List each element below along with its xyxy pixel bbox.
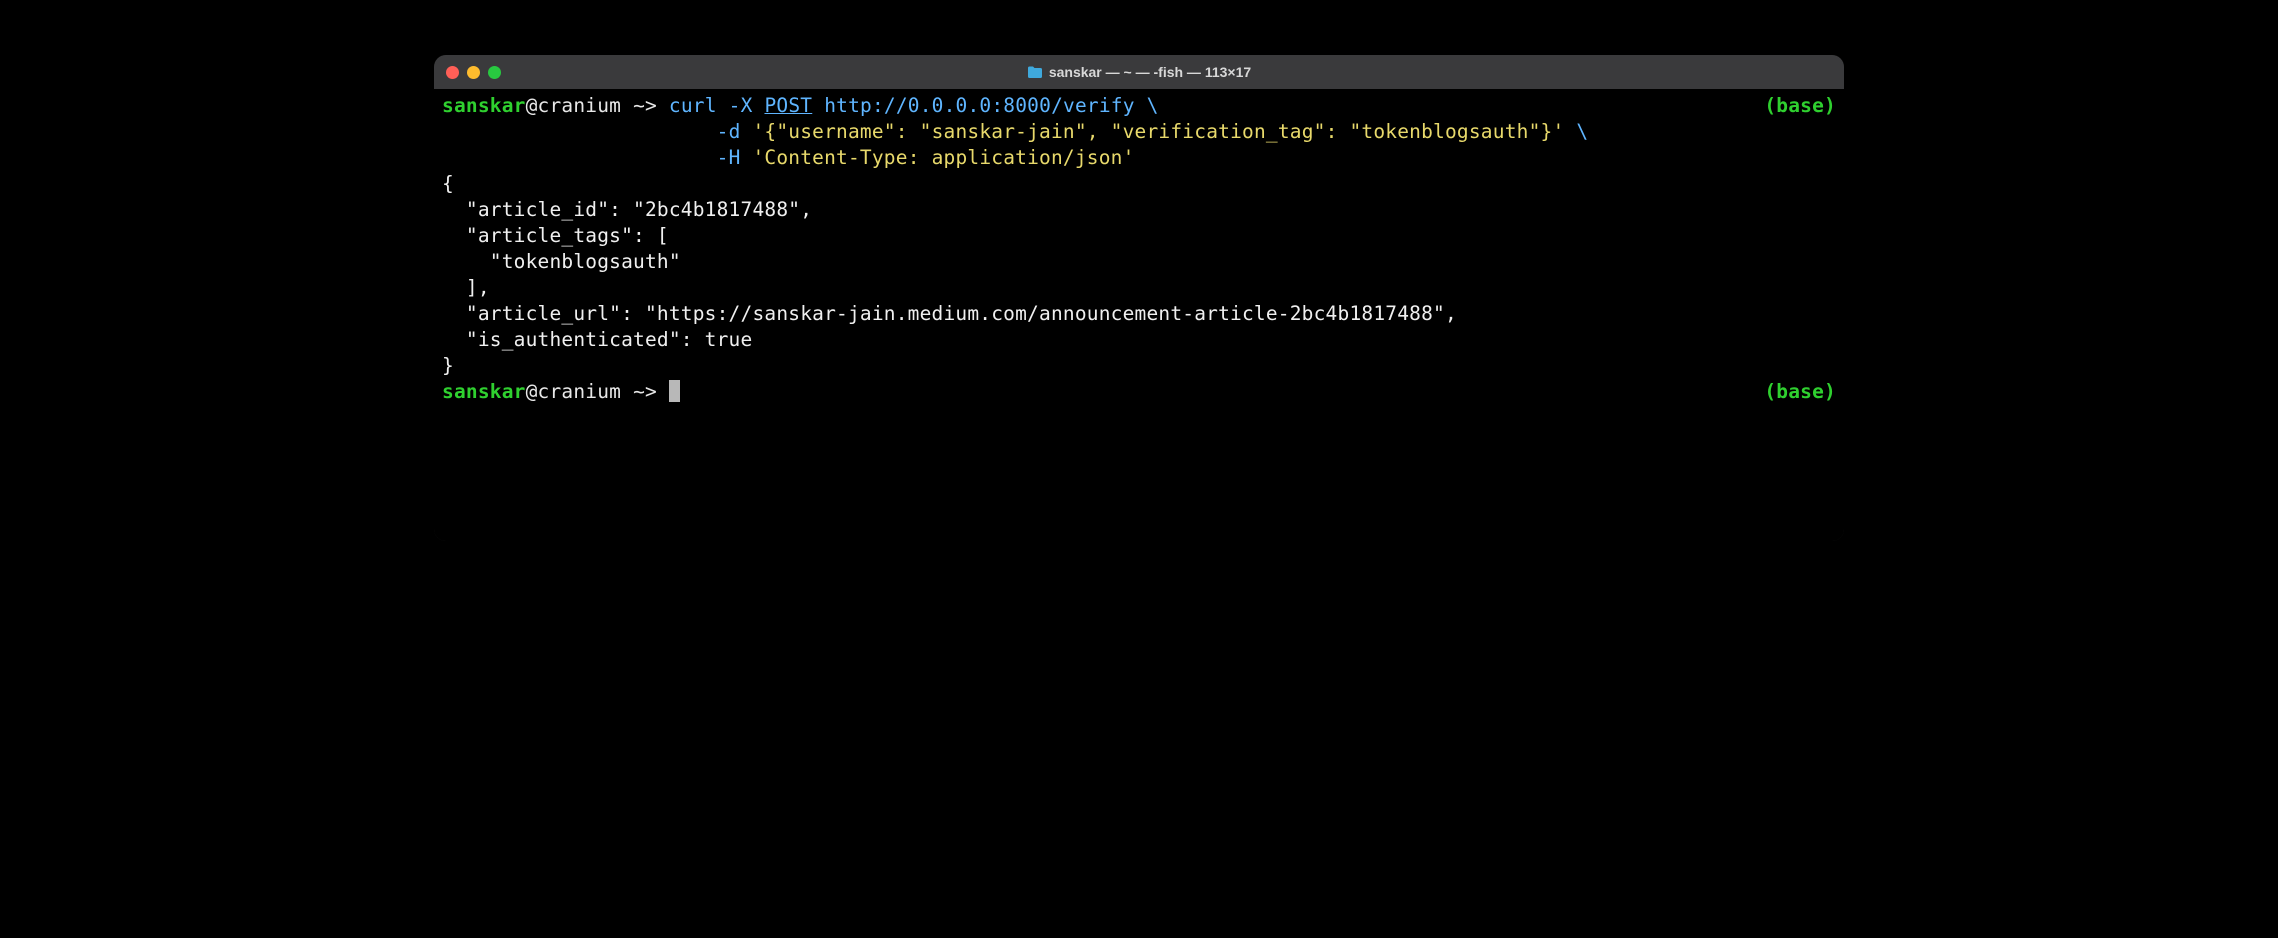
terminal-window: sanskar — ~ — -fish — 113×17 sanskar@cra… bbox=[434, 55, 1844, 541]
flag-h: -H bbox=[717, 146, 741, 169]
terminal-body[interactable]: sanskar@cranium ~> curl -X POST http://0… bbox=[434, 89, 1844, 541]
output-line: "article_url": "https://sanskar-jain.med… bbox=[442, 301, 1836, 327]
output-line: { bbox=[442, 171, 1836, 197]
minimize-button[interactable] bbox=[467, 66, 480, 79]
output-line: ], bbox=[442, 275, 1836, 301]
command-name: curl bbox=[669, 94, 717, 117]
line-continuation: \ bbox=[1576, 120, 1588, 143]
output-line: "article_id": "2bc4b1817488", bbox=[442, 197, 1836, 223]
flag-d: -d bbox=[717, 120, 741, 143]
request-body: '{"username": "sanskar-jain", "verificat… bbox=[752, 120, 1564, 143]
window-title-text: sanskar — ~ — -fish — 113×17 bbox=[1049, 64, 1251, 80]
flag-x: -X bbox=[729, 94, 753, 117]
maximize-button[interactable] bbox=[488, 66, 501, 79]
env-indicator: (base) bbox=[1764, 93, 1836, 119]
http-method: POST bbox=[764, 94, 812, 117]
cursor[interactable] bbox=[669, 380, 680, 402]
folder-icon bbox=[1027, 65, 1043, 79]
titlebar[interactable]: sanskar — ~ — -fish — 113×17 bbox=[434, 55, 1844, 89]
request-header: 'Content-Type: application/json' bbox=[752, 146, 1134, 169]
window-title: sanskar — ~ — -fish — 113×17 bbox=[434, 64, 1844, 80]
command-line-2: -d '{"username": "sanskar-jain", "verifi… bbox=[442, 119, 1836, 145]
output-line: "article_tags": [ bbox=[442, 223, 1836, 249]
prompt-host: cranium bbox=[538, 380, 622, 403]
prompt-path: ~> bbox=[621, 380, 657, 403]
env-indicator: (base) bbox=[1764, 379, 1836, 405]
request-url: http://0.0.0.0:8000/verify bbox=[824, 94, 1134, 117]
prompt-path: ~> bbox=[621, 94, 657, 117]
prompt-at: @ bbox=[526, 380, 538, 403]
prompt-user: sanskar bbox=[442, 94, 526, 117]
output-line: "is_authenticated": true bbox=[442, 327, 1836, 353]
prompt-at: @ bbox=[526, 94, 538, 117]
output-line: } bbox=[442, 353, 1836, 379]
prompt-line-1: sanskar@cranium ~> curl -X POST http://0… bbox=[442, 93, 1836, 119]
close-button[interactable] bbox=[446, 66, 459, 79]
prompt-user: sanskar bbox=[442, 380, 526, 403]
output-line: "tokenblogsauth" bbox=[442, 249, 1836, 275]
command-line-3: -H 'Content-Type: application/json' bbox=[442, 145, 1836, 171]
prompt-line-2: sanskar@cranium ~> (base) bbox=[442, 379, 1836, 405]
line-continuation: \ bbox=[1147, 94, 1159, 117]
traffic-lights bbox=[434, 66, 501, 79]
prompt-host: cranium bbox=[538, 94, 622, 117]
